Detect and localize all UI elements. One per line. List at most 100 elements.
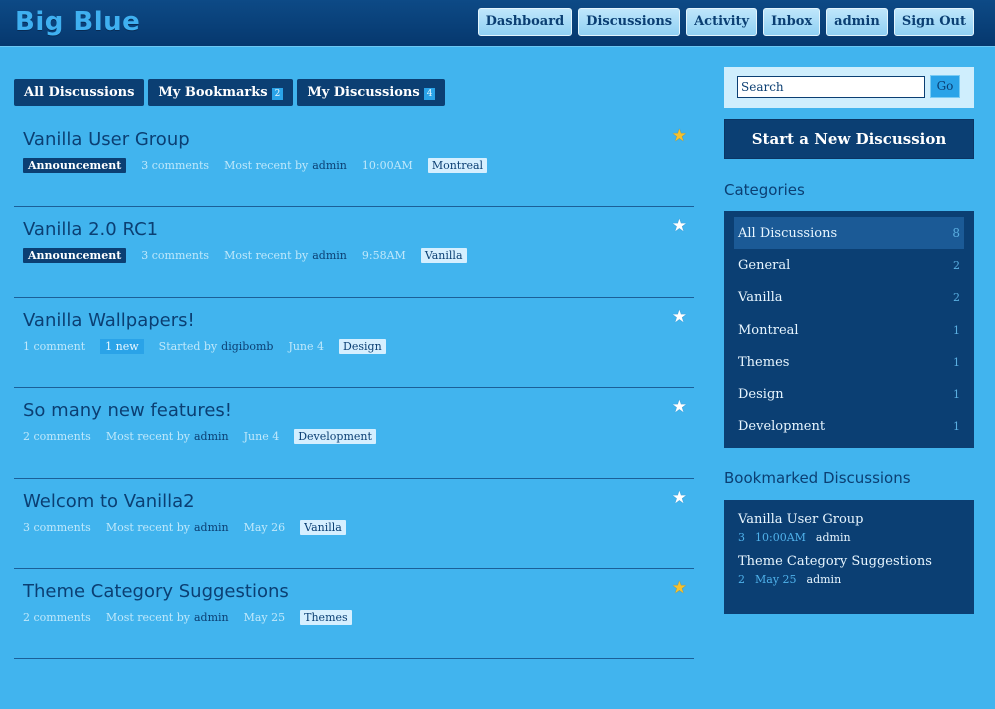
category-item[interactable]: Montreal 1 [734,314,964,346]
discussion-meta: Announcement 3 comments Most recent by admi… [23,158,502,173]
category-count: 8 [952,226,960,241]
category-item[interactable]: Development 1 [734,411,964,443]
tab-label: My Discussions [307,85,420,100]
author-link[interactable]: admin [194,430,229,443]
comment-count: 2 comments [23,430,91,444]
discussion-tabs: All Discussions My Bookmarks 2 My Discus… [14,79,446,106]
search-box: Go [724,67,974,108]
site-logo[interactable]: Big Blue [15,7,140,37]
discussion-meta: 3 comments Most recent by admin May 26 Vanil… [23,519,361,535]
discussion-item: Vanilla 2.0 RC1 ★ Announcement 3 comments Mo… [14,207,694,298]
bookmark-title[interactable]: Vanilla User Group [738,512,960,527]
discussion-title[interactable]: Vanilla 2.0 RC1 [23,219,158,240]
category-count: 2 [953,291,960,305]
bookmark-author[interactable]: admin [807,573,842,586]
discussion-meta: 2 comments Most recent by admin June 4 Devel… [23,429,391,445]
discussion-title[interactable]: Welcom to Vanilla2 [23,491,195,512]
author-link[interactable]: digibomb [221,340,273,353]
author-label: Most recent by [105,520,190,534]
search-go-button[interactable]: Go [930,75,960,98]
last-activity-time: May 25 [243,610,286,624]
discussion-item: Vanilla User Group ★ Announcement 3 comment… [14,117,694,208]
comment-count: 2 comments [23,610,91,624]
category-item[interactable]: All Discussions 8 [734,217,964,250]
category-name: Themes [738,354,790,370]
category-item[interactable]: Vanilla 2 [734,282,964,314]
discussion-item: Welcom to Vanilla2 ★ 3 comments Most recent… [14,479,694,569]
start-discussion-button[interactable]: Start a New Discussion [724,119,974,159]
category-tag[interactable]: Design [339,338,386,354]
last-activity-time: June 4 [288,339,325,353]
bookmark-star-icon[interactable]: ★ [672,126,687,146]
last-activity-time: June 4 [243,430,280,444]
bookmark-time: 10:00AM [755,531,806,544]
tab-my-bookmarks[interactable]: My Bookmarks 2 [148,79,294,106]
discussion-title[interactable]: Theme Category Suggestions [23,581,289,602]
discussion-meta: 1 comment 1 new Started by digibomb June 4 De… [23,338,401,354]
category-count: 1 [953,388,960,402]
author-label: Most recent by [105,430,190,444]
category-tag[interactable]: Themes [300,609,352,625]
discussion-title[interactable]: Vanilla Wallpapers! [23,310,195,331]
category-name: Development [738,419,826,435]
author-label: Started by [158,339,218,353]
bookmarks-panel: Vanilla User Group 3 10:00AM admin Theme Cat… [724,500,974,614]
nav-activity[interactable]: Activity [686,8,758,36]
bookmark-item: Vanilla User Group 3 10:00AM admin [738,512,960,544]
author-label: Most recent by [224,159,309,172]
author-link[interactable]: admin [194,611,229,624]
discussion-item: So many new features! ★ 2 comments Most rec… [14,388,694,479]
bookmark-title[interactable]: Theme Category Suggestions [738,554,960,569]
discussion-title[interactable]: So many new features! [23,400,232,421]
discussion-item: Vanilla Wallpapers! ★ 1 comment 1 new Starte… [14,298,694,389]
category-name: General [738,257,791,273]
comment-count: 1 comment [23,339,86,353]
nav-discussions[interactable]: Discussions [578,8,681,36]
comment-count: 3 comments [141,159,210,172]
author-link[interactable]: admin [312,249,347,262]
category-tag[interactable]: Vanilla [300,519,346,535]
bookmark-star-icon[interactable]: ★ [672,488,687,508]
category-count: 1 [953,355,960,369]
nav-sign-out[interactable]: Sign Out [893,8,974,36]
category-count: 2 [953,258,960,272]
bookmark-star-icon[interactable]: ★ [672,216,687,236]
category-item[interactable]: General 2 [734,249,964,281]
bookmark-meta: 2 May 25 admin [738,573,960,586]
comment-count: 3 comments [23,520,91,534]
tab-label: All Discussions [24,85,135,100]
header-bar: Big Blue Dashboard Discussions Activity … [0,0,995,47]
bookmark-author[interactable]: admin [816,531,851,544]
discussion-meta: 2 comments Most recent by admin May 25 Theme… [23,609,367,625]
last-activity-time: 10:00AM [361,159,413,172]
tab-label: My Bookmarks [158,85,268,100]
category-name: Montreal [738,322,799,338]
category-name: Design [738,387,784,403]
last-activity-time: May 26 [243,520,286,534]
category-name: Vanilla [738,290,783,306]
nav-dashboard[interactable]: Dashboard [477,8,573,36]
tab-my-discussions[interactable]: My Discussions 4 [297,79,446,106]
top-nav: Dashboard Discussions Activity Inbox adm… [477,8,974,36]
bookmark-star-icon[interactable]: ★ [672,397,687,417]
category-tag[interactable]: Development [294,429,376,445]
bookmark-star-icon[interactable]: ★ [672,307,687,327]
bookmarks-heading: Bookmarked Discussions [724,469,911,487]
nav-inbox[interactable]: Inbox [763,8,821,36]
category-item[interactable]: Design 1 [734,378,964,410]
author-link[interactable]: admin [312,159,347,172]
search-input[interactable] [737,76,925,98]
author-label: Most recent by [105,610,190,624]
discussion-meta: Announcement 3 comments Most recent by admi… [23,248,482,264]
tab-count-badge: 4 [423,88,436,100]
announcement-badge: Announcement [23,158,127,173]
nav-profile[interactable]: admin [826,8,888,36]
discussion-title[interactable]: Vanilla User Group [23,129,190,150]
tab-all-discussions[interactable]: All Discussions [14,79,145,106]
author-link[interactable]: admin [194,521,229,534]
category-tag[interactable]: Vanilla [420,248,467,264]
category-item[interactable]: Themes 1 [734,346,964,378]
bookmark-star-icon[interactable]: ★ [672,578,687,598]
category-tag[interactable]: Montreal [427,158,488,173]
last-activity-time: 9:58AM [361,249,406,263]
